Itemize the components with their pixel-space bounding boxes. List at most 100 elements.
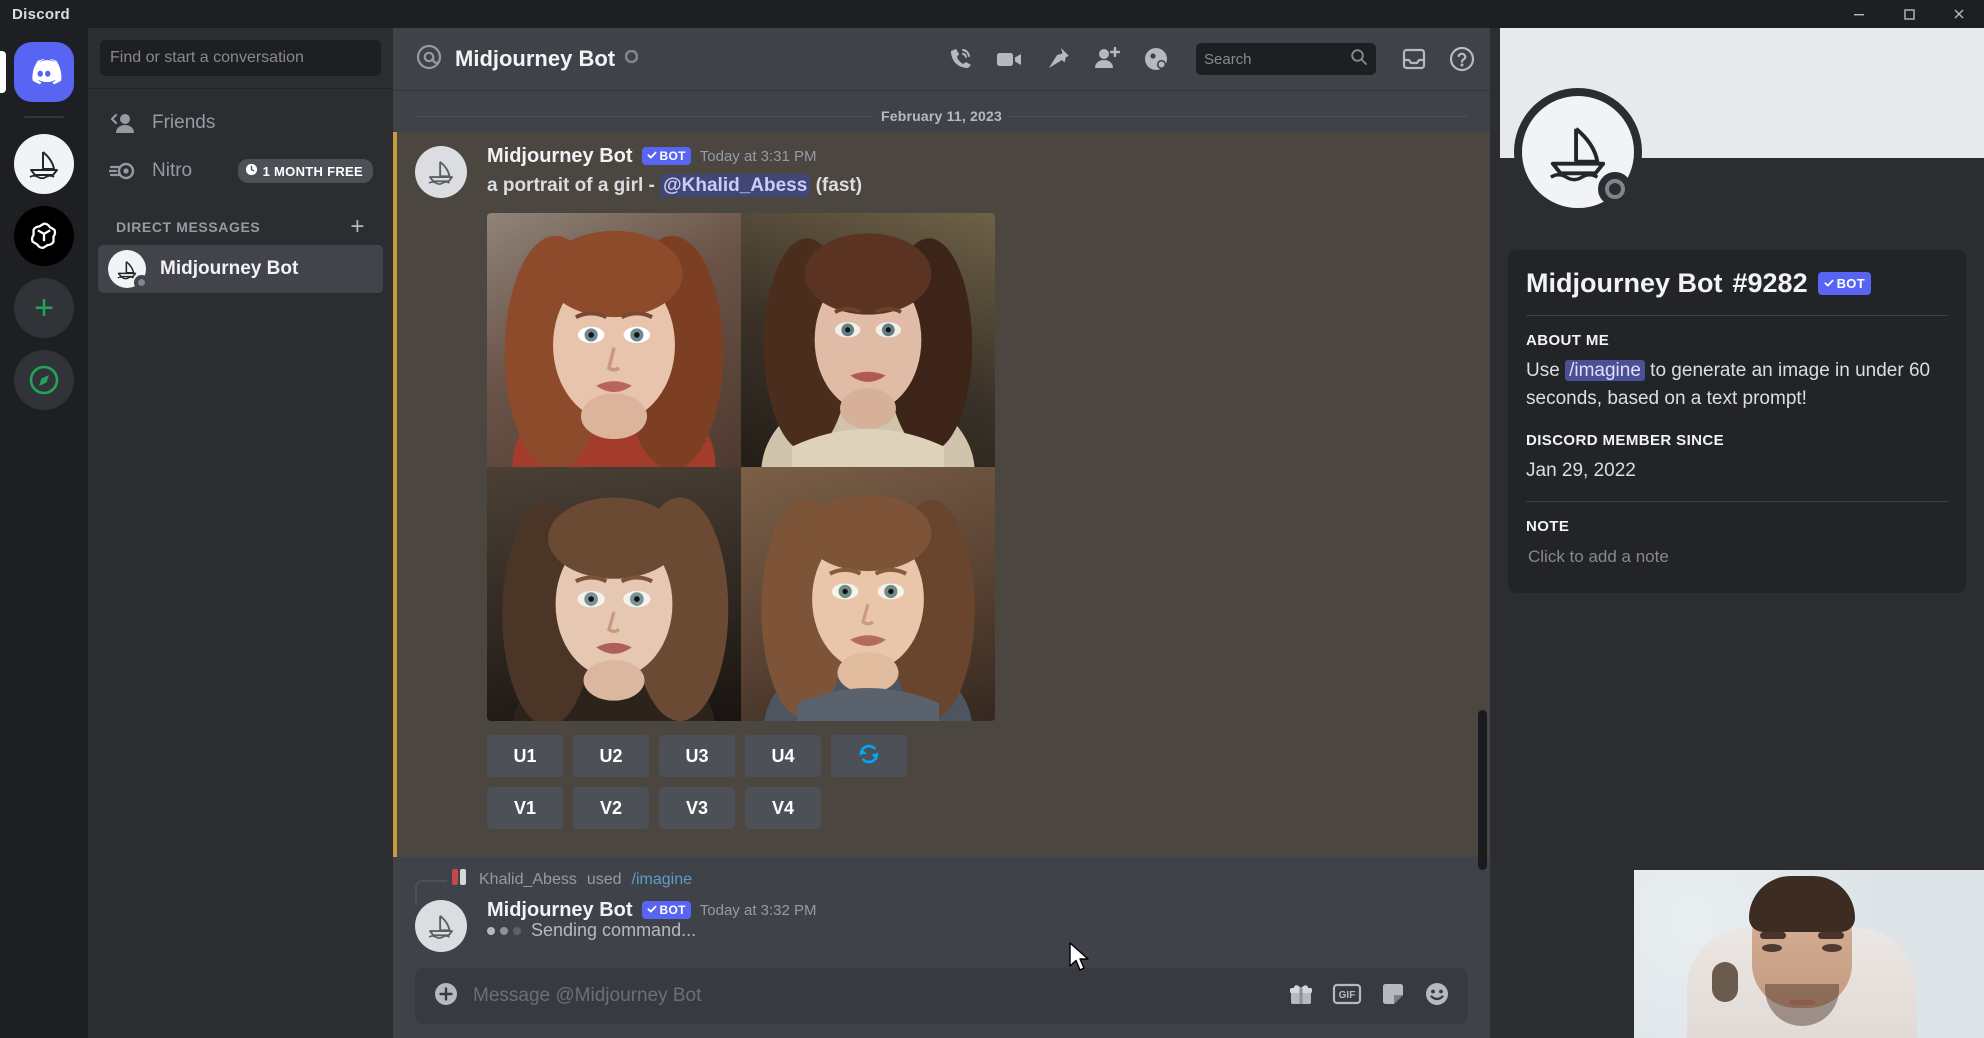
about-me-title: ABOUT ME [1526,332,1948,349]
dm-item-label: Midjourney Bot [160,258,298,280]
close-icon[interactable] [1934,0,1984,28]
guild-item-midjourney[interactable] [14,134,74,194]
sailboat-icon [424,912,458,940]
verified-check-icon [647,150,657,162]
verified-check-icon [1824,276,1834,291]
sticker-icon[interactable] [1380,981,1406,1012]
generated-image-4[interactable] [741,467,995,721]
search-input[interactable]: Search [1196,43,1376,75]
imagine-command-chip[interactable]: /imagine [1565,360,1645,381]
maximize-icon[interactable] [1884,0,1934,28]
divider-line-right [1010,116,1468,117]
message-timestamp: Today at 3:31 PM [700,149,817,164]
emoji-icon[interactable] [1424,981,1450,1012]
system-command[interactable]: /imagine [632,871,692,889]
profile-section-member-since: DISCORD MEMBER SINCE Jan 29, 2022 [1526,432,1948,485]
divider-line-left [415,116,873,117]
sidebar-item-friends[interactable]: Friends [98,99,383,147]
guild-item-add-server[interactable]: + [14,278,74,338]
variation-button-v3[interactable]: V3 [659,787,735,829]
generated-image-1[interactable] [487,213,741,467]
profile-avatar[interactable] [1514,88,1642,216]
variation-button-v4[interactable]: V4 [745,787,821,829]
user-profile-icon[interactable] [1142,45,1172,73]
upscale-button-u2[interactable]: U2 [573,735,649,777]
message-author[interactable]: Midjourney Bot [487,900,633,920]
search-icon [1350,48,1368,70]
sailboat-icon [424,158,458,186]
window-controls [1834,0,1984,28]
date-divider: February 11, 2023 [415,108,1468,124]
video-call-icon[interactable] [994,45,1024,73]
note-input[interactable]: Click to add a note [1526,543,1948,571]
variation-button-v2[interactable]: V2 [573,787,649,829]
message-input[interactable]: Message @Midjourney Bot GIF [415,968,1468,1024]
guild-item-explore[interactable] [14,350,74,410]
slash-command-icon [449,867,469,892]
bot-badge: BOT [1818,272,1871,295]
webcam-person-brow-left [1760,932,1786,939]
generation-mode: (fast) [816,175,862,196]
generated-image-3[interactable] [487,467,741,721]
avatar[interactable] [415,146,467,198]
variation-button-row: V1 V2 V3 V4 [487,787,1468,829]
create-dm-icon[interactable]: + [350,215,365,239]
upscale-button-u3[interactable]: U3 [659,735,735,777]
app-title: Discord [12,6,70,23]
about-me-body: Use /imagine to generate an image in und… [1526,357,1948,412]
help-icon[interactable] [1448,45,1476,73]
nitro-icon [108,159,138,183]
attach-plus-icon[interactable] [433,981,459,1012]
profile-section-about: ABOUT ME Use /imagine to generate an ima… [1526,332,1948,412]
generated-image-2[interactable] [741,213,995,467]
avatar[interactable] [415,900,467,952]
variation-button-v1[interactable]: V1 [487,787,563,829]
message-midjourney-result: Midjourney Bot BOT Today at 3:31 PM a po… [393,132,1490,857]
discord-window: Discord [0,0,1984,1038]
message-list[interactable]: February 11, 2023 Midjourney [393,90,1490,968]
member-since-title: DISCORD MEMBER SINCE [1526,432,1948,449]
start-call-icon[interactable] [946,45,974,73]
sidebar-item-nitro[interactable]: Nitro 1 MONTH FREE [98,147,383,195]
gift-icon[interactable] [1288,981,1314,1012]
title-bar: Discord [0,0,1984,28]
upscale-button-u1[interactable]: U1 [487,735,563,777]
dm-item-midjourney-bot[interactable]: Midjourney Bot [98,245,383,293]
sailboat-icon [24,148,64,180]
dm-search-wrapper: Find or start a conversation [88,28,393,76]
friends-icon [108,110,138,136]
midjourney-action-buttons: U1 U2 U3 U4 [487,735,1468,829]
openai-icon [25,217,63,255]
message-author[interactable]: Midjourney Bot [487,146,633,166]
find-conversation-input[interactable]: Find or start a conversation [100,40,381,76]
add-friends-icon[interactable] [1092,45,1122,73]
system-user[interactable]: Khalid_Abess [479,871,577,889]
about-prefix: Use [1526,360,1565,381]
pinned-messages-icon[interactable] [1044,45,1072,73]
status-badge [134,275,149,290]
webcam-overlay [1620,870,1984,1038]
svg-text:GIF: GIF [1339,990,1356,1001]
guild-item-home[interactable] [14,42,74,102]
sidebar-nav-list: Friends Nitro [88,89,393,293]
message-scrollbar[interactable] [1478,710,1487,870]
generated-image-grid[interactable] [487,213,995,721]
note-title: NOTE [1526,518,1948,535]
reroll-icon [857,742,881,771]
clock-icon [245,163,258,179]
gif-icon[interactable]: GIF [1332,982,1362,1011]
reroll-button[interactable] [831,735,907,777]
minimize-icon[interactable] [1834,0,1884,28]
bot-badge-label: BOT [660,904,686,916]
discord-logo-icon [26,58,62,86]
guild-item-chatgpt[interactable] [14,206,74,266]
profile-username: Midjourney Bot#9282 BOT [1526,268,1948,299]
bot-badge-label: BOT [660,150,686,162]
loading-dots-icon [487,927,521,935]
inbox-icon[interactable] [1400,45,1428,73]
profile-card: Midjourney Bot#9282 BOT ABOUT ME Use /im… [1508,250,1966,593]
nitro-promo-badge[interactable]: 1 MONTH FREE [238,159,373,183]
message-pending-command: Khalid_Abess used /imagine Mid [393,857,1490,952]
user-mention[interactable]: @Khalid_Abess [660,174,810,197]
upscale-button-u4[interactable]: U4 [745,735,821,777]
